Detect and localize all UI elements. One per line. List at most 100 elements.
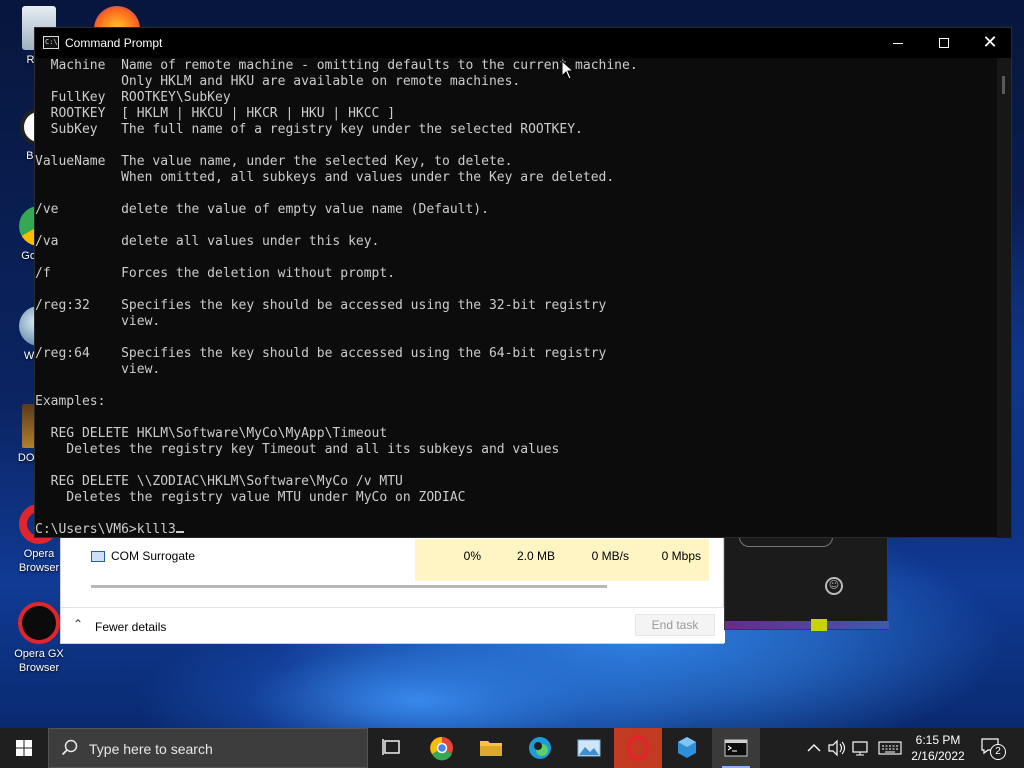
terminal-line: /f Forces the deletion without prompt. bbox=[35, 266, 396, 281]
keyboard-button[interactable] bbox=[876, 728, 904, 768]
window-title: Command Prompt bbox=[65, 36, 163, 50]
taskbar-3d-app[interactable] bbox=[663, 728, 711, 768]
search-icon bbox=[61, 739, 78, 756]
typed-command: klll3 bbox=[136, 522, 176, 537]
process-row[interactable]: 0% 2.0 MB 0 MB/s 0 Mbps COM Surrogate bbox=[61, 539, 725, 581]
terminal-line: Examples: bbox=[35, 394, 106, 409]
terminal-line: view. bbox=[35, 314, 161, 329]
keyboard-icon bbox=[878, 741, 902, 755]
terminal-line: Deletes the registry key Timeout and all… bbox=[35, 442, 560, 457]
command-prompt-icon: C:\ bbox=[43, 36, 59, 49]
show-hidden-icons-button[interactable] bbox=[804, 728, 824, 768]
scrollbar-thumb[interactable] bbox=[1002, 76, 1005, 94]
terminal-line: ValueName The value name, under the sele… bbox=[35, 154, 513, 169]
folder-icon bbox=[480, 741, 502, 756]
clock-time: 6:15 PM bbox=[915, 733, 961, 747]
chevron-up-icon: ⌃ bbox=[73, 617, 84, 631]
terminal-line: ROOTKEY [ HKLM | HKCU | HKCR | HKU | HKC… bbox=[35, 106, 396, 121]
vertical-scrollbar[interactable] bbox=[997, 58, 1011, 538]
taskbar-chrome[interactable] bbox=[418, 728, 466, 768]
network-cell: 0 Mbps bbox=[637, 539, 709, 581]
prompt-path: C:\Users\VM6> bbox=[35, 522, 137, 537]
desktop-icon-label: Opera Browser bbox=[18, 548, 60, 574]
clock-date: 2/16/2022 bbox=[911, 749, 965, 763]
maximize-button[interactable] bbox=[921, 28, 967, 58]
start-button[interactable] bbox=[0, 728, 48, 768]
chrome-icon bbox=[430, 736, 453, 761]
opera-gx-icon bbox=[18, 602, 60, 644]
notifications-button[interactable]: 2 bbox=[980, 736, 1008, 760]
desktop-icon-label: Opera GX Browser bbox=[14, 648, 64, 674]
terminal-line: REG DELETE \\ZODIAC\HKLM\Software\MyCo /… bbox=[35, 474, 403, 489]
terminal-line: /reg:64 Specifies the key should be acce… bbox=[35, 346, 607, 361]
taskbar-clock[interactable]: 6:15 PM 2/16/2022 bbox=[906, 732, 970, 764]
end-task-button[interactable]: End task bbox=[635, 614, 715, 636]
terminal-line: FullKey ROOTKEY\SubKey bbox=[35, 90, 231, 105]
terminal-line: When omitted, all subkeys and values und… bbox=[35, 170, 615, 185]
search-placeholder: Type here to search bbox=[89, 741, 213, 757]
taskbar-search-box[interactable]: Type here to search bbox=[48, 728, 368, 768]
network-icon bbox=[852, 741, 868, 756]
terminal-line: Machine Name of remote machine - omittin… bbox=[35, 58, 638, 73]
edge-icon bbox=[529, 737, 551, 759]
notification-count-badge: 2 bbox=[990, 744, 1006, 760]
taskbar-edge[interactable] bbox=[516, 728, 564, 768]
mouse-cursor-icon bbox=[561, 59, 575, 84]
command-line-input[interactable]: C:\Users\VM6>klll3 bbox=[35, 522, 995, 538]
background-app-window: ☺ bbox=[724, 536, 889, 631]
cpu-cell: 0% bbox=[415, 539, 489, 581]
terminal-output[interactable]: Machine Name of remote machine - omittin… bbox=[35, 58, 995, 538]
terminal-line: Deletes the registry value MTU under MyC… bbox=[35, 490, 466, 505]
disk-cell: 0 MB/s bbox=[563, 539, 637, 581]
terminal-line: /va delete all values under this key. bbox=[35, 234, 380, 249]
progress-strip bbox=[725, 621, 889, 629]
com-surrogate-icon bbox=[91, 551, 105, 562]
title-bar[interactable]: C:\ Command Prompt ✕ bbox=[35, 28, 1011, 58]
taskbar-opera[interactable] bbox=[614, 728, 662, 768]
taskbar-file-explorer[interactable] bbox=[467, 728, 515, 768]
status-indicator bbox=[811, 619, 827, 631]
windows-logo-icon bbox=[16, 740, 32, 756]
minimize-button[interactable] bbox=[875, 28, 921, 58]
close-icon: ✕ bbox=[982, 32, 998, 52]
command-prompt-window[interactable]: C:\ Command Prompt ✕ Machine Name of rem… bbox=[34, 27, 1012, 538]
emoji-icon[interactable]: ☺ bbox=[825, 577, 843, 595]
minimize-icon bbox=[893, 42, 903, 44]
terminal-line: SubKey The full name of a registry key u… bbox=[35, 122, 583, 137]
volume-button[interactable] bbox=[826, 728, 848, 768]
task-manager-window: 0% 2.0 MB 0 MB/s 0 Mbps COM Surrogate ⌃ … bbox=[60, 536, 725, 644]
network-button[interactable] bbox=[850, 728, 872, 768]
taskbar-command-prompt[interactable] bbox=[712, 728, 760, 768]
maximize-icon bbox=[939, 38, 949, 49]
task-view-icon bbox=[382, 739, 400, 755]
tab-pill bbox=[739, 537, 833, 547]
text-cursor bbox=[175, 531, 184, 533]
terminal-line: Only HKLM and HKU are available on remot… bbox=[35, 74, 521, 89]
terminal-line: view. bbox=[35, 362, 161, 377]
task-view-button[interactable] bbox=[368, 728, 416, 768]
terminal-line: /reg:32 Specifies the key should be acce… bbox=[35, 298, 607, 313]
task-manager-footer: ⌃ Fewer details End task bbox=[61, 607, 725, 643]
process-name: COM Surrogate bbox=[111, 549, 196, 563]
taskbar: Type here to search 6:15 PM 2/16/2022 2 bbox=[0, 728, 1024, 768]
speaker-icon bbox=[828, 739, 846, 757]
taskbar-photos[interactable] bbox=[565, 728, 613, 768]
fewer-details-link[interactable]: Fewer details bbox=[95, 620, 166, 634]
horizontal-scrollbar[interactable] bbox=[91, 585, 607, 588]
terminal-line: /ve delete the value of empty value name… bbox=[35, 202, 489, 217]
cube-app-icon bbox=[678, 737, 696, 758]
terminal-line: REG DELETE HKLM\Software\MyCo\MyApp\Time… bbox=[35, 426, 388, 441]
close-button[interactable]: ✕ bbox=[967, 28, 1013, 58]
chevron-up-icon bbox=[807, 744, 821, 752]
memory-cell: 2.0 MB bbox=[489, 539, 563, 581]
